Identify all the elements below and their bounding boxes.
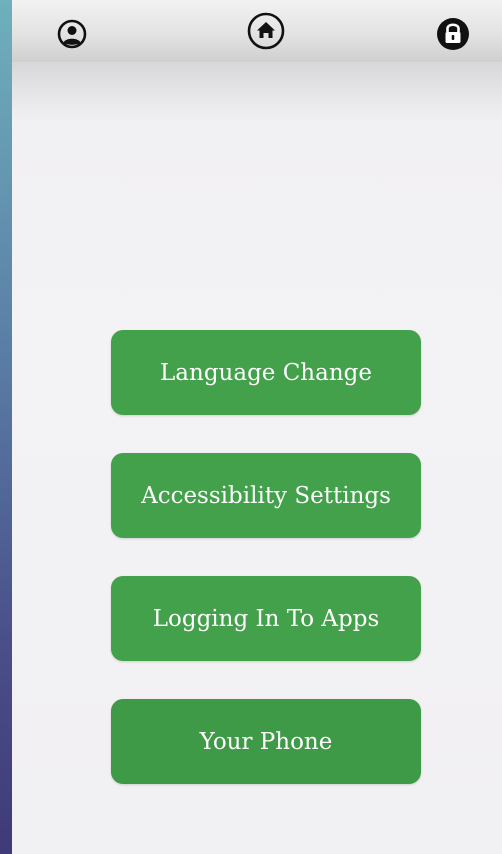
lock-icon — [437, 18, 469, 50]
language-change-button[interactable]: Language Change — [111, 330, 421, 415]
home-icon — [247, 12, 285, 50]
lock-button[interactable] — [436, 17, 470, 51]
profile-icon — [57, 19, 87, 49]
top-navigation-bar — [12, 0, 502, 62]
accessibility-settings-button[interactable]: Accessibility Settings — [111, 453, 421, 538]
home-button[interactable] — [246, 11, 286, 51]
profile-button[interactable] — [56, 18, 88, 50]
phone-screen: Language Change Accessibility Settings L… — [12, 0, 502, 854]
logging-in-to-apps-button[interactable]: Logging In To Apps — [111, 576, 421, 661]
your-phone-button[interactable]: Your Phone — [111, 699, 421, 784]
header-shadow — [12, 62, 502, 122]
main-menu: Language Change Accessibility Settings L… — [111, 330, 421, 784]
